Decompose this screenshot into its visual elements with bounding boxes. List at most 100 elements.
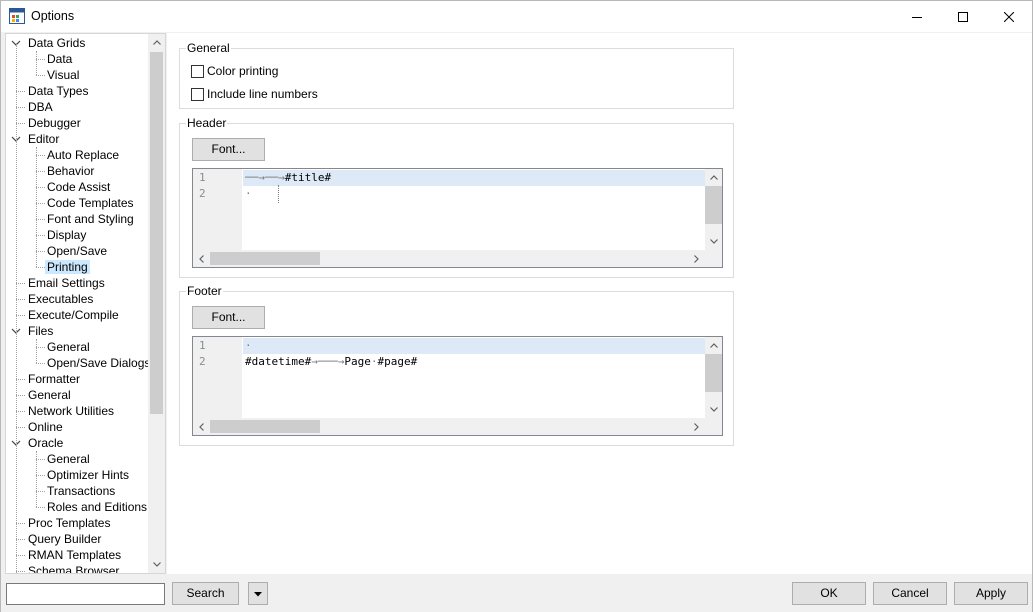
tree-item[interactable]: Execute/Compile (26, 307, 121, 323)
header-code-area[interactable]: ──→──→#title# · (243, 169, 705, 250)
ok-button[interactable]: OK (792, 582, 866, 605)
maximize-button[interactable] (940, 1, 986, 32)
tree-connector (36, 59, 45, 60)
tree-item[interactable]: Visual (45, 67, 81, 83)
tree-item[interactable]: Query Builder (26, 531, 103, 547)
tree-item[interactable]: Files (26, 323, 55, 339)
scroll-up-button[interactable] (148, 34, 165, 51)
options-tree[interactable]: Data Grids Data Visual Data Types DBA Debugge… (5, 33, 166, 574)
tree-item[interactable]: Network Utilities (26, 403, 116, 419)
tree-connector (36, 347, 45, 348)
tree-item[interactable]: Code Assist (45, 179, 112, 195)
tree-item[interactable]: Optimizer Hints (45, 467, 131, 483)
tree-item[interactable]: Open/Save Dialogs (45, 355, 152, 371)
tree-item[interactable]: Transactions (45, 483, 117, 499)
footer-font-button[interactable]: Font... (192, 306, 265, 329)
color-printing-checkbox[interactable]: Color printing (191, 63, 278, 79)
apply-button[interactable]: Apply (954, 582, 1028, 605)
tree-item[interactable]: Behavior (45, 163, 96, 179)
tree-connector (36, 491, 45, 492)
checkbox-box[interactable] (191, 64, 204, 78)
tree-item-label: Editor (28, 132, 60, 146)
bottom-bar: Search OK Cancel Apply (1, 574, 1032, 612)
tree-item-label: RMAN Templates (28, 548, 122, 562)
header-line-1: ──→──→#title# (243, 170, 705, 186)
tree-item[interactable]: Printing (45, 259, 90, 275)
tree-item[interactable]: Data (45, 51, 74, 67)
tree-connector (36, 235, 45, 236)
tree-connector (36, 171, 45, 172)
tree-child-guide (36, 451, 37, 507)
tree-item[interactable]: Oracle (26, 435, 65, 451)
tree-item[interactable]: General (26, 387, 73, 403)
tree-item[interactable]: Schema Browser (26, 563, 121, 573)
scroll-left-button[interactable] (193, 418, 210, 435)
header-editor[interactable]: 1 2 ──→──→#title# · (192, 168, 723, 268)
tree-item[interactable]: RMAN Templates (26, 547, 123, 563)
footer-horizontal-scrollbar[interactable] (193, 418, 705, 435)
tree-item[interactable]: Proc Templates (26, 515, 112, 531)
tree-item[interactable]: General (45, 451, 92, 467)
tree-item-label: Data Grids (28, 36, 86, 50)
tree-item[interactable]: Debugger (26, 115, 83, 131)
tree-item[interactable]: Email Settings (26, 275, 107, 291)
search-button[interactable]: Search (172, 582, 239, 605)
tree-vertical-scrollbar[interactable] (148, 34, 165, 573)
tree-item[interactable]: Formatter (26, 371, 82, 387)
header-horizontal-scrollbar[interactable] (193, 250, 705, 267)
footer-datetime-token: #datetime# (245, 355, 312, 368)
tree-item[interactable]: Executables (26, 291, 95, 307)
minimize-button[interactable] (894, 1, 940, 32)
close-button[interactable] (986, 1, 1032, 32)
scroll-down-button[interactable] (705, 233, 722, 250)
tree-connector (16, 523, 25, 524)
header-hscroll-thumb[interactable] (210, 252, 320, 265)
tree-item[interactable]: Open/Save (45, 243, 109, 259)
tree-item[interactable]: Data Grids (26, 35, 87, 51)
tab-arrow-icon: ──→ (245, 171, 265, 184)
line-numbers-checkbox[interactable]: Include line numbers (191, 86, 318, 102)
tree-item[interactable]: Code Templates (45, 195, 136, 211)
scroll-down-button[interactable] (705, 401, 722, 418)
tree-item[interactable]: Online (26, 419, 65, 435)
header-line-2: · (243, 186, 705, 202)
search-options-dropdown[interactable] (248, 582, 268, 605)
footer-vscroll-thumb[interactable] (705, 354, 722, 392)
tree-item[interactable]: Data Types (26, 83, 90, 99)
search-input[interactable] (6, 583, 165, 605)
tree-item[interactable]: DBA (26, 99, 55, 115)
scroll-left-button[interactable] (193, 250, 210, 267)
footer-code-area[interactable]: · #datetime#→───→Page·#page# (243, 337, 705, 418)
cancel-button[interactable]: Cancel (873, 582, 947, 605)
footer-vertical-scrollbar[interactable] (705, 337, 722, 418)
tree-item[interactable]: General (45, 339, 92, 355)
tree-item[interactable]: Display (45, 227, 88, 243)
tree-item[interactable]: Font and Styling (45, 211, 136, 227)
footer-editor[interactable]: 1 2 · #datetime#→───→Page·#page# (192, 336, 723, 436)
tree-item[interactable]: Roles and Editions (45, 499, 149, 515)
checkbox-box[interactable] (191, 87, 204, 101)
header-vertical-scrollbar[interactable] (705, 169, 722, 250)
tree-item[interactable]: Editor (26, 131, 61, 147)
chevron-down-icon (709, 407, 718, 412)
printing-settings-panel: General Color printing Include line numb… (167, 33, 1032, 574)
tree-connector (36, 219, 45, 220)
scroll-down-button[interactable] (148, 556, 165, 573)
header-font-button[interactable]: Font... (192, 138, 265, 161)
scroll-up-button[interactable] (705, 169, 722, 186)
tree-item[interactable]: Auto Replace (45, 147, 121, 163)
scroll-right-button[interactable] (688, 250, 705, 267)
tree-connector (16, 91, 25, 92)
tree-item-label: Open/Save (47, 244, 108, 258)
header-title-token: #title# (284, 171, 332, 184)
tree-scroll-thumb[interactable] (150, 52, 163, 414)
tree-item-label: Open/Save Dialogs (47, 356, 151, 370)
general-group: General Color printing Include line numb… (179, 41, 734, 109)
tree-connector (36, 507, 45, 508)
header-vscroll-thumb[interactable] (705, 186, 722, 224)
footer-hscroll-thumb[interactable] (210, 420, 320, 433)
scroll-right-button[interactable] (688, 418, 705, 435)
scroll-up-button[interactable] (705, 337, 722, 354)
footer-page-label: Page (344, 355, 371, 368)
tree-item-label: Network Utilities (28, 404, 115, 418)
